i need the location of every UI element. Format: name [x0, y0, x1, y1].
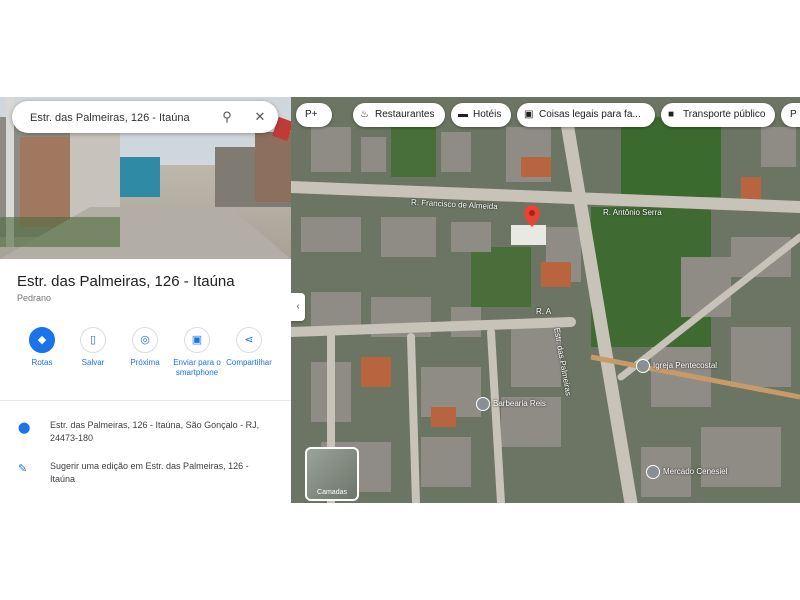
poi-icon [476, 397, 490, 411]
layers-label: Camadas [317, 489, 347, 496]
action-bar: ◆ Rotas ▯ Salvar ◎ Próxima ▣ Enviar para… [10, 327, 285, 387]
save-button[interactable]: ▯ Salvar [67, 327, 119, 368]
place-title: Estr. das Palmeiras, 126 - Itaúna [17, 273, 235, 290]
location-marker-icon[interactable] [524, 205, 540, 227]
chip-label: P [790, 109, 797, 120]
share-label: Compartilhar [226, 358, 272, 367]
chip-label: Restaurantes [375, 109, 435, 120]
share-button[interactable]: ⋖ Compartilhar [223, 327, 275, 368]
app-frame: ⚲ ✕ Estr. das Palmeiras, 126 - Itaúna Pe… [0, 97, 800, 503]
search-box: ⚲ ✕ [12, 101, 278, 133]
send-to-phone-icon: ▣ [184, 327, 210, 353]
edit-pencil-icon: ✎ [18, 463, 28, 475]
layers-button[interactable]: Camadas [305, 447, 359, 501]
map-poi[interactable]: Mercado Cenesiel [646, 465, 727, 479]
satellite-map[interactable]: R. Francisco de Almeida Estr. das Palmei… [291, 97, 800, 503]
street-view-photo[interactable]: ⚲ ✕ [0, 97, 291, 259]
camera-icon: ▣ [524, 109, 534, 120]
place-panel: ⚲ ✕ Estr. das Palmeiras, 126 - Itaúna Pe… [0, 97, 291, 503]
chip-public-transport[interactable]: ■ Transporte público [661, 103, 775, 127]
poi-label: Igreja Pentecostal [653, 361, 718, 371]
location-pin-icon: ⬤ [18, 422, 31, 434]
chip-restaurants[interactable]: ♨ Restaurantes [353, 103, 445, 127]
bookmark-icon: ▯ [80, 327, 106, 353]
chip-label: Transporte público [683, 109, 766, 120]
divider [0, 400, 291, 401]
close-icon[interactable]: ✕ [250, 107, 270, 127]
collapse-panel-button[interactable]: ‹ [291, 293, 305, 321]
chip-label: Coisas legais para fa... [539, 109, 641, 120]
poi-label: Barbearia Reis [493, 399, 546, 409]
address-text: Estr. das Palmeiras, 126 - Itaúna, São G… [50, 420, 260, 443]
send-to-phone-button[interactable]: ▣ Enviar para o smartphone [171, 327, 223, 378]
layer-toggle-label: P+ [305, 109, 318, 120]
chip-parking[interactable]: P [781, 103, 800, 127]
bus-icon: ■ [668, 109, 675, 120]
hotel-icon: ▬ [458, 109, 468, 120]
save-label: Salvar [81, 358, 105, 367]
chip-label: Hotéis [473, 109, 502, 120]
search-input[interactable] [28, 107, 212, 129]
send-to-phone-label: Enviar para o smartphone [173, 358, 221, 377]
nearby-button[interactable]: ◎ Próxima [119, 327, 171, 368]
road-label: R. Antônio Serra [603, 208, 662, 217]
directions-icon: ◆ [29, 327, 55, 353]
nearby-icon: ◎ [132, 327, 158, 353]
road-label: R. A [536, 307, 552, 316]
restaurant-icon: ♨ [360, 109, 369, 120]
share-icon: ⋖ [236, 327, 262, 353]
directions-label: Rotas [31, 358, 53, 367]
suggest-edit-text: Sugerir uma edição em Estr. das Palmeira… [50, 461, 249, 484]
chip-things-to-do[interactable]: ▣ Coisas legais para fa... [517, 103, 655, 127]
map-imagery [291, 97, 800, 503]
poi-label: Mercado Cenesiel [663, 467, 728, 477]
directions-button[interactable]: ◆ Rotas [16, 327, 68, 368]
poi-icon [636, 359, 650, 373]
search-icon[interactable]: ⚲ [217, 107, 237, 127]
layer-toggle-button[interactable]: P+ [296, 103, 332, 127]
chip-hotels[interactable]: ▬ Hotéis [451, 103, 511, 127]
chevron-left-icon: ‹ [296, 301, 300, 312]
map-poi[interactable]: Barbearia Reis [476, 397, 546, 411]
map-poi[interactable]: Igreja Pentecostal [636, 359, 717, 373]
place-subtitle: Pedrano [17, 293, 52, 303]
nearby-label: Próxima [130, 358, 160, 367]
poi-icon [646, 465, 660, 479]
